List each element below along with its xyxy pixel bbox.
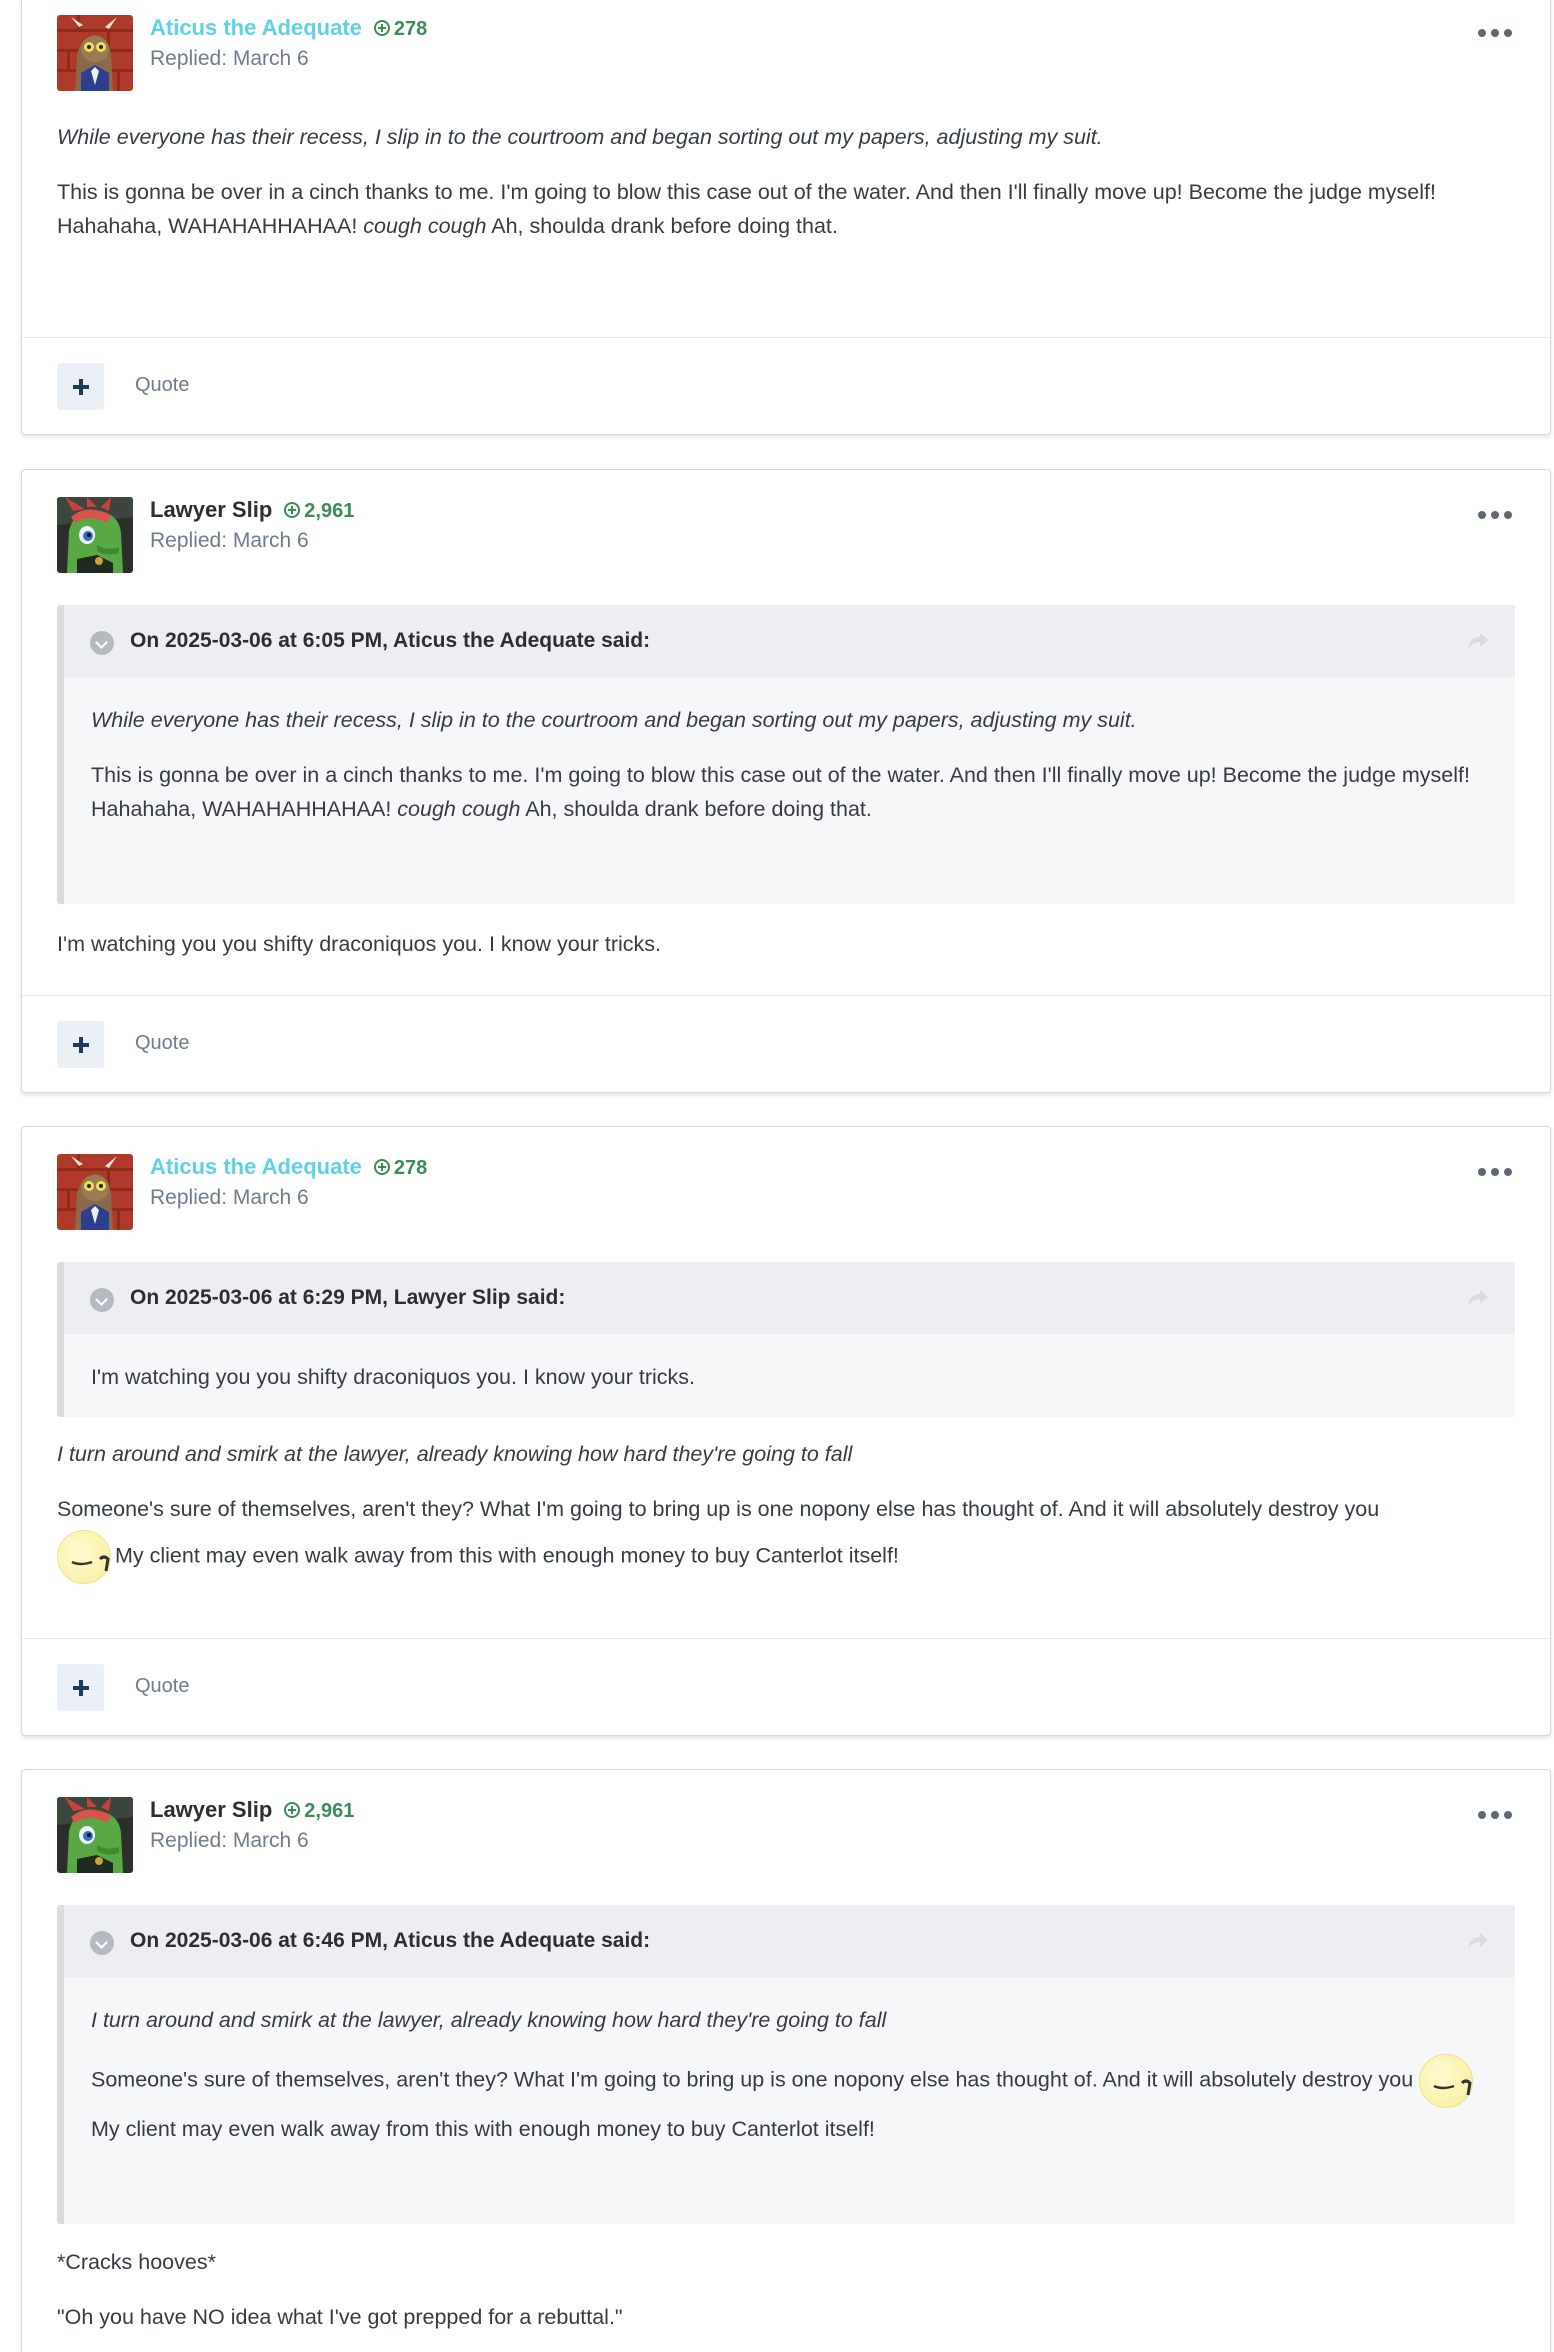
author-line: Aticus the Adequate 278: [150, 15, 427, 41]
author-name[interactable]: Lawyer Slip: [150, 1797, 272, 1822]
post-body: On 2025-03-06 at 6:05 PM, Aticus the Ade…: [57, 605, 1515, 961]
quote-paragraph: I turn around and smirk at the lawyer, a…: [91, 2008, 887, 2032]
reputation-badge: 278: [373, 1157, 428, 1179]
more-options-button[interactable]: [1478, 1808, 1512, 1822]
share-arrow-icon[interactable]: [1467, 631, 1489, 651]
author-name[interactable]: Aticus the Adequate: [150, 15, 362, 40]
reputation-count: 278: [393, 1157, 428, 1179]
chevron-down-icon[interactable]: [90, 631, 114, 655]
post-paragraph: "Oh you have NO idea what I've got prepp…: [57, 2305, 623, 2329]
reply-date: Replied: March 6: [150, 1186, 309, 1209]
author-line: Aticus the Adequate 278: [150, 1154, 427, 1180]
ellipsis-icon: [1478, 1811, 1486, 1819]
quote-content: I turn around and smirk at the lawyer, a…: [64, 1977, 1515, 2170]
post-paragraph: I'm watching you you shifty draconiquos …: [57, 932, 661, 956]
reputation-badge: 2,961: [284, 500, 354, 522]
plus-icon[interactable]: [57, 363, 104, 410]
chevron-down-icon[interactable]: [90, 1288, 114, 1312]
reputation-badge: 278: [373, 18, 428, 40]
quote-content: While everyone has their recess, I slip …: [64, 677, 1515, 846]
plus-circle-icon: [284, 1802, 301, 1818]
post-body: On 2025-03-06 at 6:29 PM, Lawyer Slip sa…: [57, 1262, 1515, 1584]
reply-date: Replied: March 6: [150, 1829, 309, 1852]
author-name[interactable]: Lawyer Slip: [150, 497, 272, 522]
quote-header: On 2025-03-06 at 6:05 PM, Aticus the Ade…: [64, 605, 1515, 677]
quote-citation: On 2025-03-06 at 6:05 PM, Aticus the Ade…: [130, 629, 651, 652]
author-name[interactable]: Aticus the Adequate: [150, 1154, 362, 1179]
author-line: Lawyer Slip 2,961: [150, 497, 354, 523]
quote-citation: On 2025-03-06 at 6:46 PM, Aticus the Ade…: [130, 1929, 651, 1952]
avatar[interactable]: [57, 1797, 133, 1873]
more-options-button[interactable]: [1478, 1165, 1512, 1179]
reply-date: Replied: March 6: [150, 529, 309, 552]
reputation-count: 2,961: [304, 1800, 355, 1822]
ellipsis-icon: [1478, 29, 1486, 37]
post: Lawyer Slip 2,961 Replied: March 6 On 202…: [21, 1769, 1551, 2352]
avatar[interactable]: [57, 1154, 133, 1230]
post-paragraph: While everyone has their recess, I slip …: [57, 125, 1103, 149]
quote-button[interactable]: Quote: [135, 1032, 189, 1055]
post-footer: Quote: [22, 1638, 1550, 1735]
plus-icon[interactable]: [57, 1021, 104, 1068]
reputation-badge: 2,961: [284, 1800, 354, 1822]
blockquote: On 2025-03-06 at 6:05 PM, Aticus the Ade…: [57, 605, 1515, 904]
blockquote: On 2025-03-06 at 6:46 PM, Aticus the Ade…: [57, 1905, 1515, 2224]
quote-button[interactable]: Quote: [135, 1675, 189, 1698]
quote-header: On 2025-03-06 at 6:46 PM, Aticus the Ade…: [64, 1905, 1515, 1977]
quote-header: On 2025-03-06 at 6:29 PM, Lawyer Slip sa…: [64, 1262, 1515, 1334]
plus-circle-icon: [373, 1159, 390, 1175]
author-line: Lawyer Slip 2,961: [150, 1797, 354, 1823]
plus-circle-icon: [373, 20, 390, 36]
quote-citation: On 2025-03-06 at 6:29 PM, Lawyer Slip sa…: [130, 1286, 566, 1309]
quote-paragraph: Someone's sure of themselves, aren't the…: [91, 2054, 1482, 2150]
reputation-count: 2,961: [304, 500, 355, 522]
post: Aticus the Adequate 278 Replied: March 6 …: [21, 0, 1551, 435]
reputation-count: 278: [393, 18, 428, 40]
quote-content: I'm watching you you shifty draconiquos …: [64, 1334, 1515, 1414]
smirk-emoji-icon: [1419, 2054, 1474, 2108]
avatar[interactable]: [57, 497, 133, 573]
ellipsis-icon: [1478, 1168, 1486, 1176]
smirk-emoji-icon: [57, 1530, 111, 1584]
avatar[interactable]: [57, 15, 133, 91]
blockquote: On 2025-03-06 at 6:29 PM, Lawyer Slip sa…: [57, 1262, 1515, 1417]
plus-circle-icon: [284, 502, 301, 518]
ellipsis-icon: [1478, 511, 1486, 519]
more-options-button[interactable]: [1478, 508, 1512, 522]
share-arrow-icon[interactable]: [1467, 1931, 1489, 1951]
post-paragraph: *Cracks hooves*: [57, 2250, 216, 2274]
quote-paragraph: I'm watching you you shifty draconiquos …: [91, 1365, 695, 1389]
post-body: While everyone has their recess, I slip …: [57, 120, 1515, 243]
chevron-down-icon[interactable]: [90, 1931, 114, 1955]
post-footer: Quote: [22, 337, 1550, 434]
quote-paragraph: While everyone has their recess, I slip …: [91, 708, 1137, 732]
quote-button[interactable]: Quote: [135, 374, 189, 397]
more-options-button[interactable]: [1478, 26, 1512, 40]
post-paragraph: This is gonna be over in a cinch thanks …: [57, 180, 1436, 238]
post-footer: Quote: [22, 995, 1550, 1092]
post: Aticus the Adequate 278 Replied: March 6 …: [21, 1126, 1551, 1736]
share-arrow-icon[interactable]: [1467, 1288, 1489, 1308]
post-paragraph: I turn around and smirk at the lawyer, a…: [57, 1442, 853, 1466]
quote-paragraph: This is gonna be over in a cinch thanks …: [91, 763, 1470, 821]
post-body: On 2025-03-06 at 6:46 PM, Aticus the Ade…: [57, 1905, 1515, 2334]
plus-icon[interactable]: [57, 1664, 104, 1711]
reply-date: Replied: March 6: [150, 47, 309, 70]
post-paragraph: Someone's sure of themselves, aren't the…: [57, 1488, 1515, 1584]
post: Lawyer Slip 2,961 Replied: March 6 On 202…: [21, 469, 1551, 1093]
